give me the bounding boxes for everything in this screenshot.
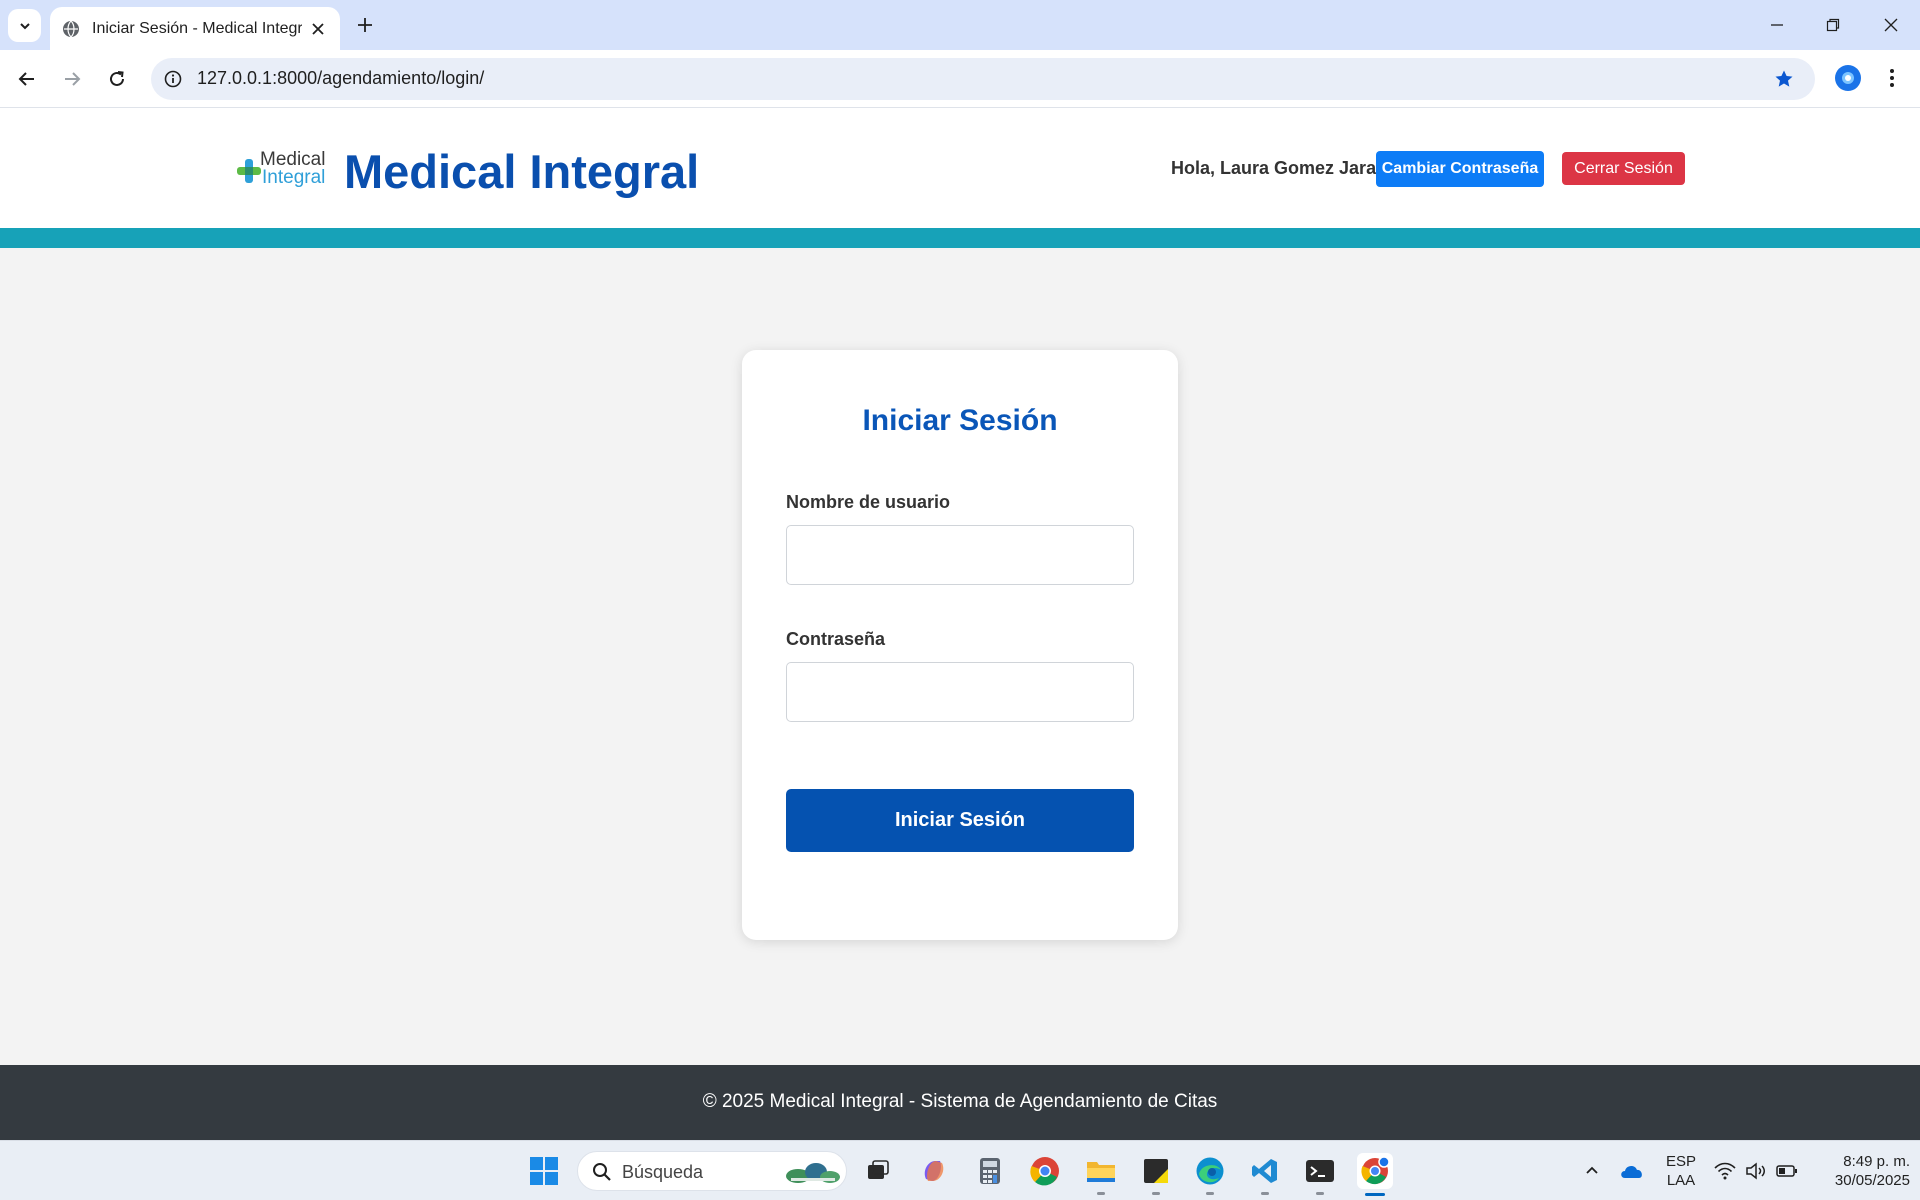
edge-button[interactable] <box>1192 1153 1228 1189</box>
wifi-icon <box>1714 1162 1736 1180</box>
running-indicator <box>1316 1192 1324 1195</box>
medical-cross-icon <box>237 159 261 183</box>
browser-menu-button[interactable] <box>1878 64 1906 92</box>
plus-icon <box>358 18 372 32</box>
battery-button[interactable] <box>1772 1153 1802 1189</box>
chrome-icon <box>1030 1157 1059 1186</box>
globe-icon <box>62 20 80 38</box>
volume-icon <box>1746 1162 1765 1180</box>
password-label: Contraseña <box>786 629 886 649</box>
copilot-button[interactable] <box>916 1153 952 1189</box>
sticky-notes-button[interactable] <box>1138 1153 1174 1189</box>
running-indicator <box>1261 1192 1269 1195</box>
profile-icon <box>1842 72 1854 84</box>
chevron-up-icon <box>1586 1166 1598 1174</box>
address-bar[interactable]: 127.0.0.1:8000/agendamiento/login/ <box>151 58 1815 100</box>
running-indicator <box>1097 1192 1105 1195</box>
login-card: Iniciar Sesión Nombre de usuario Contras… <box>742 350 1178 940</box>
browser-tab-strip: Iniciar Sesión - Medical Integral <box>0 0 1920 50</box>
taskbar-search[interactable]: Búsqueda <box>577 1151 847 1191</box>
user-greeting: Hola, Laura Gomez Jara <box>1171 158 1377 178</box>
running-indicator <box>1152 1192 1160 1195</box>
folder-icon <box>1087 1162 1115 1182</box>
profile-avatar[interactable] <box>1835 65 1861 91</box>
clock-date: 30/05/2025 <box>1834 1172 1910 1189</box>
username-label: Nombre de usuario <box>786 492 951 512</box>
restore-button[interactable] <box>1818 10 1848 40</box>
more-vertical-icon <box>1890 69 1894 87</box>
language-code: ESP <box>1665 1153 1696 1170</box>
file-explorer-button[interactable] <box>1083 1153 1119 1189</box>
terminal-button[interactable] <box>1302 1153 1338 1189</box>
logo-text-line2: Integral <box>262 167 326 188</box>
star-icon[interactable] <box>1773 68 1795 90</box>
browser-toolbar: 127.0.0.1:8000/agendamiento/login/ <box>0 50 1920 108</box>
vscode-icon <box>1252 1159 1277 1183</box>
tray-overflow-button[interactable] <box>1574 1153 1610 1189</box>
close-tab-icon[interactable] <box>308 19 328 39</box>
tab-title: Iniciar Sesión - Medical Integral <box>92 19 302 37</box>
login-submit-button[interactable]: Iniciar Sesión <box>786 789 1134 852</box>
calculator-button[interactable] <box>972 1153 1008 1189</box>
running-indicator <box>1206 1192 1214 1195</box>
close-window-button[interactable] <box>1876 10 1906 40</box>
onedrive-button[interactable] <box>1614 1153 1650 1189</box>
footer-copyright: © 2025 Medical Integral - Sistema de Age… <box>702 1091 1218 1112</box>
chevron-down-icon <box>19 22 30 29</box>
task-view-icon <box>868 1160 889 1179</box>
info-icon[interactable] <box>163 69 183 89</box>
volume-button[interactable] <box>1741 1153 1771 1189</box>
reload-icon <box>110 71 124 86</box>
site-header: Medical Integral Medical Integral Hola, … <box>0 108 1920 228</box>
language-indicator[interactable]: ESP LAA <box>1660 1152 1702 1190</box>
chrome-icon <box>1361 1156 1390 1185</box>
battery-icon <box>1776 1165 1797 1177</box>
change-password-button[interactable]: Cambiar Contraseña <box>1376 151 1544 187</box>
username-input[interactable] <box>786 525 1134 585</box>
minimize-button[interactable] <box>1762 10 1792 40</box>
login-title: Iniciar Sesión <box>862 404 1058 437</box>
arrow-left-icon <box>18 72 34 86</box>
vscode-button[interactable] <box>1247 1153 1283 1189</box>
cloud-icon <box>1621 1165 1642 1178</box>
clock[interactable]: 8:49 p. m. 30/05/2025 <box>1810 1152 1910 1190</box>
browser-tab-active[interactable]: Iniciar Sesión - Medical Integral <box>50 7 340 50</box>
search-placeholder: Búsqueda <box>622 1162 704 1182</box>
tab-search-button[interactable] <box>8 9 41 42</box>
site-footer: © 2025 Medical Integral - Sistema de Age… <box>0 1065 1920 1140</box>
logout-button[interactable]: Cerrar Sesión <box>1562 152 1685 185</box>
active-indicator <box>1365 1193 1385 1196</box>
url-text[interactable]: 127.0.0.1:8000/agendamiento/login/ <box>197 68 484 89</box>
restore-icon <box>1826 18 1840 32</box>
reload-button[interactable] <box>100 62 134 96</box>
clock-time: 8:49 p. m. <box>1843 1153 1910 1170</box>
wifi-button[interactable] <box>1710 1153 1740 1189</box>
terminal-icon <box>1306 1160 1334 1182</box>
arrow-right-icon <box>65 72 81 86</box>
copilot-icon <box>924 1161 944 1181</box>
os-taskbar: Búsqueda ESP LAA 8:49 p. m. 30/05/2025 <box>0 1140 1920 1200</box>
windows-logo-icon <box>530 1157 558 1185</box>
keyboard-layout: LAA <box>1666 1172 1696 1189</box>
forward-button[interactable] <box>55 62 89 96</box>
search-highlight-icon <box>786 1163 840 1183</box>
close-icon <box>1884 18 1898 32</box>
edge-icon <box>1196 1157 1224 1185</box>
site-logo[interactable]: Medical Integral <box>236 148 330 192</box>
back-button[interactable] <box>10 62 44 96</box>
start-button[interactable] <box>526 1153 562 1189</box>
sticky-note-icon <box>1144 1159 1168 1183</box>
minimize-icon <box>1771 24 1783 26</box>
password-input[interactable] <box>786 662 1134 722</box>
site-title[interactable]: Medical Integral <box>344 144 699 199</box>
accent-bar <box>0 228 1920 248</box>
chrome-active-button[interactable] <box>1357 1153 1393 1189</box>
task-view-button[interactable] <box>860 1153 896 1189</box>
calculator-icon <box>980 1158 1000 1184</box>
new-tab-button[interactable] <box>352 12 378 38</box>
chrome-taskbar-button[interactable] <box>1027 1153 1063 1189</box>
search-icon <box>593 1163 611 1181</box>
